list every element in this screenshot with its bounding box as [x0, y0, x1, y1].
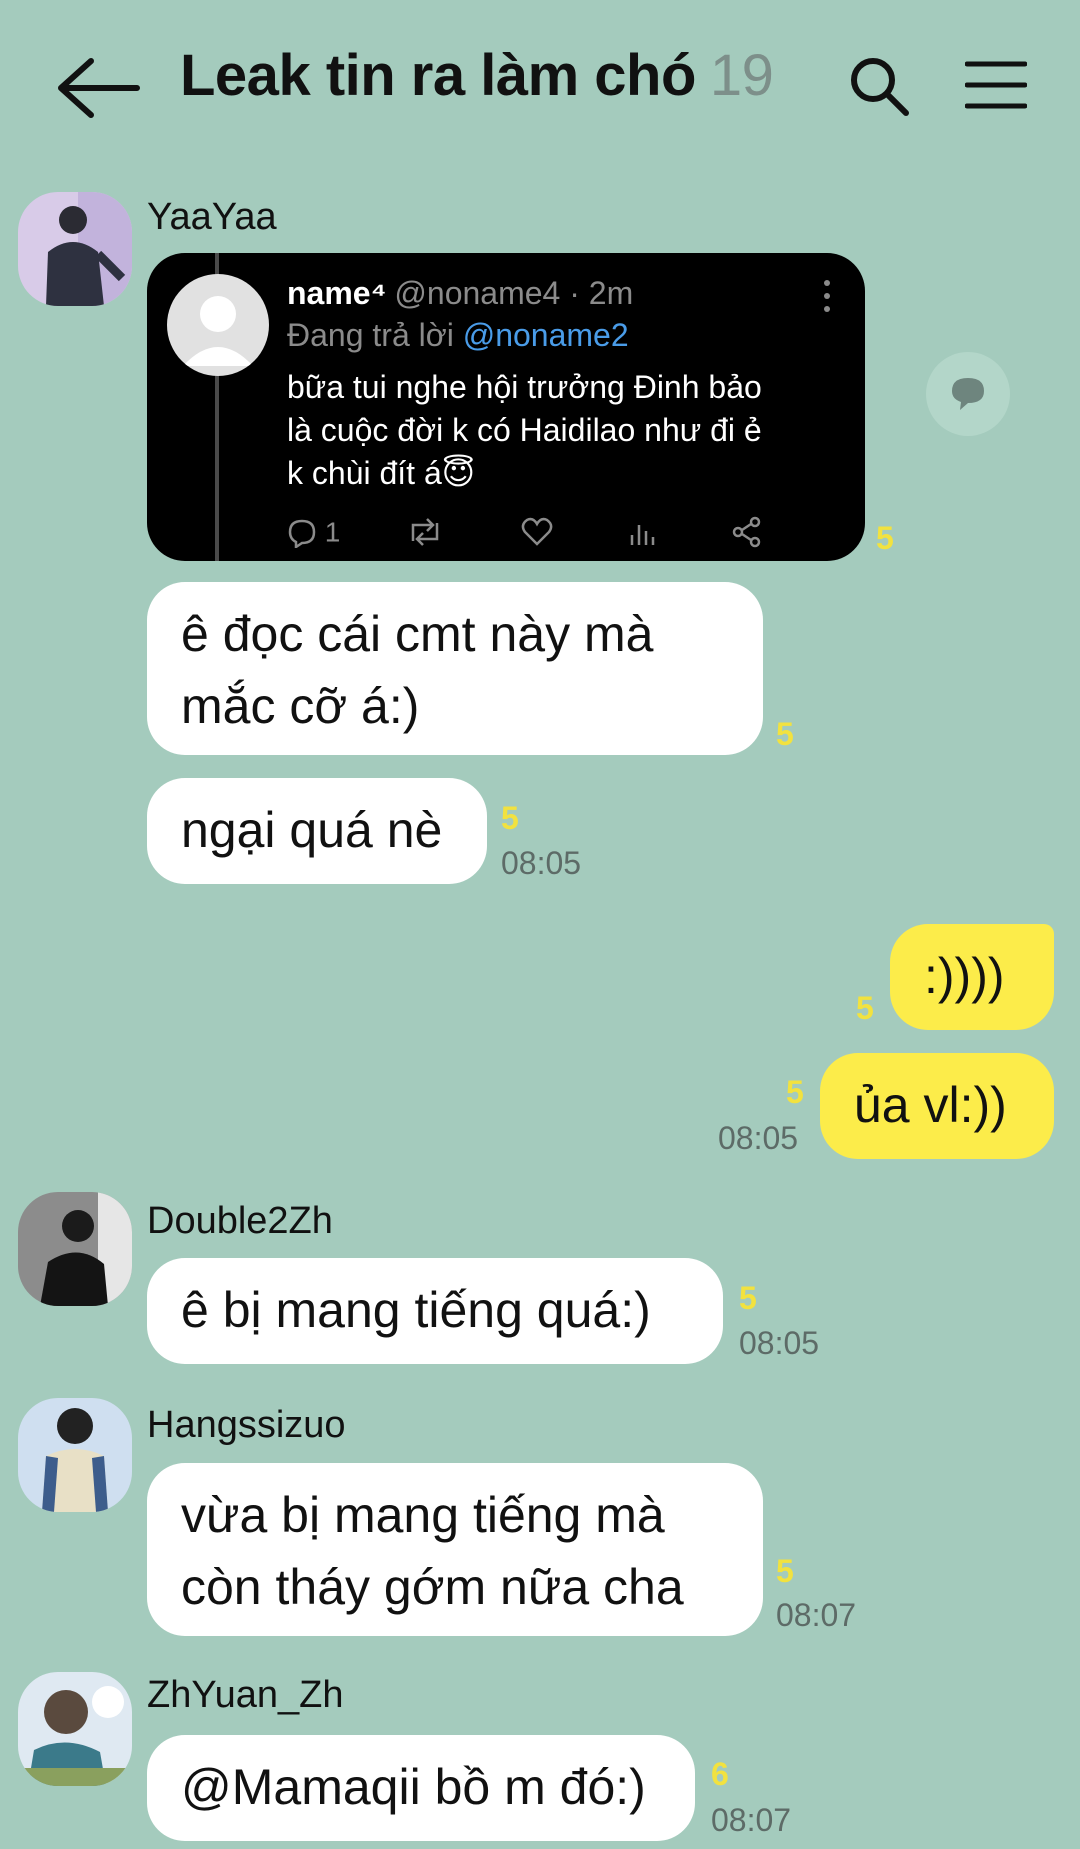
message-text: ngại quá nè [181, 802, 443, 858]
share-button[interactable] [926, 352, 1010, 436]
tweet-author-name: name⁴ [287, 275, 387, 311]
tweet-reply-to: Đang trả lời @noname2 [287, 317, 629, 354]
chat-header: Leak tin ra làm chó 19 [0, 0, 1080, 170]
message-bubble[interactable]: ngại quá nè [147, 778, 487, 884]
arrow-left-icon [58, 58, 140, 118]
share-icon [732, 516, 761, 548]
hamburger-menu-icon [964, 61, 1028, 109]
unread-count: 5 [739, 1280, 757, 1316]
avatar-hangssizuo[interactable] [18, 1398, 132, 1512]
message-bubble[interactable]: vừa bị mang tiếng mà còn tháy gớm nữa ch… [147, 1463, 763, 1636]
message-bubble[interactable]: @Mamaqii bồ m đó:) [147, 1735, 695, 1841]
person-photo-icon [18, 1398, 132, 1512]
my-message-bubble[interactable]: :)))) [890, 924, 1054, 1030]
reply-prefix: Đang trả lời [287, 317, 454, 353]
tweet-handle: @noname4 · 2m [394, 275, 634, 311]
search-icon [851, 58, 909, 116]
default-avatar-icon [183, 296, 253, 366]
timestamp: 08:05 [718, 1120, 799, 1156]
more-options-icon [824, 280, 830, 312]
menu-button[interactable] [964, 60, 1028, 110]
reply-count: 1 [324, 516, 341, 548]
message-text: vừa bị mang tiếng mà [181, 1487, 665, 1543]
message-text: ê đọc cái cmt này mà [181, 606, 654, 662]
person-photo-icon [18, 1672, 132, 1786]
sender-name: ZhYuan_Zh [147, 1674, 344, 1716]
sender-name: Hangssizuo [147, 1404, 346, 1446]
reply-action: 1 [287, 515, 340, 549]
unread-count: 5 [501, 800, 519, 836]
tweet-text-line: k chùi đít á😇 [287, 455, 476, 491]
heart-icon [521, 517, 553, 546]
person-photo-icon [18, 192, 132, 306]
tweet-author: name⁴ @noname4 · 2m [287, 275, 633, 312]
unread-count: 5 [776, 1553, 794, 1589]
message-text: mắc cỡ á:) [181, 678, 420, 734]
message-text: @Mamaqii bồ m đó:) [181, 1759, 646, 1815]
tweet-text-line: là cuộc đời k có Haidilao như đi ẻ [287, 412, 762, 448]
comment-icon [288, 519, 316, 549]
message-text: ê bị mang tiếng quá:) [181, 1282, 651, 1338]
unread-count: 5 [876, 520, 894, 556]
avatar-double2zh[interactable] [18, 1192, 132, 1306]
timestamp: 08:07 [711, 1802, 792, 1838]
avatar-yaayaa[interactable] [18, 192, 132, 306]
chat-title: Leak tin ra làm chó 19 [180, 42, 774, 109]
message-bubble[interactable]: ê đọc cái cmt này mà mắc cỡ á:) [147, 582, 763, 755]
member-count: 19 [709, 43, 774, 108]
timestamp: 08:07 [776, 1597, 857, 1633]
my-message-bubble[interactable]: ủa vl:)) [820, 1053, 1054, 1159]
timestamp: 08:05 [501, 845, 582, 881]
speech-bubble-icon [952, 378, 984, 410]
back-button[interactable] [55, 55, 145, 121]
reply-mention: @noname2 [462, 317, 629, 353]
message-text: còn tháy gớm nữa cha [181, 1559, 684, 1615]
message-text: ủa vl:)) [854, 1077, 1007, 1133]
tweet-actions: 1 [287, 515, 847, 549]
retweet-icon [411, 518, 439, 546]
tweet-screenshot[interactable]: name⁴ @noname4 · 2m Đang trả lời @noname2… [147, 253, 865, 561]
message-bubble[interactable]: ê bị mang tiếng quá:) [147, 1258, 723, 1364]
analytics-icon [630, 525, 655, 545]
unread-count: 5 [776, 716, 794, 752]
search-button[interactable] [848, 55, 910, 117]
sender-name: YaaYaa [147, 196, 277, 238]
unread-count: 5 [856, 990, 874, 1026]
timestamp: 08:05 [739, 1325, 820, 1361]
chat-title-text: Leak tin ra làm chó [180, 43, 696, 108]
tweet-avatar [167, 274, 269, 376]
person-photo-icon [18, 1192, 132, 1306]
unread-count: 5 [786, 1074, 804, 1110]
avatar-zhyuan-zh[interactable] [18, 1672, 132, 1786]
sender-name: Double2Zh [147, 1200, 333, 1242]
tweet-text: bữa tui nghe hội trưởng Đinh bảo là cuộc… [287, 366, 847, 495]
message-text: :)))) [924, 948, 1005, 1004]
unread-count: 6 [711, 1756, 729, 1792]
tweet-text-line: bữa tui nghe hội trưởng Đinh bảo [287, 369, 762, 405]
